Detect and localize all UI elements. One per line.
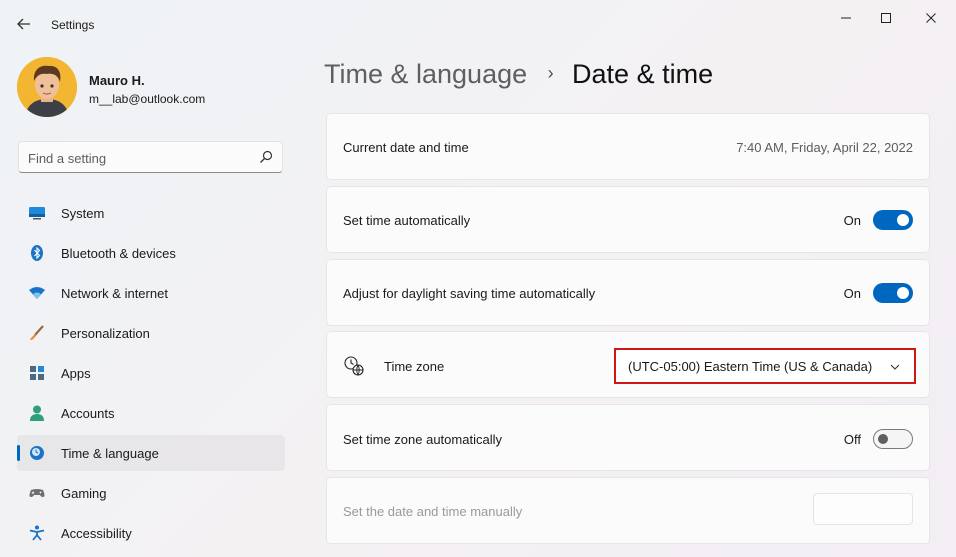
clock-globe-icon [30,446,44,460]
avatar-image [17,57,77,117]
sidebar-item-gaming[interactable]: Gaming [17,475,285,511]
current-datetime-value: 7:40 AM, Friday, April 22, 2022 [736,140,913,155]
sidebar-item-personalization[interactable]: Personalization [17,315,285,351]
set-time-auto-toggle[interactable] [873,210,913,230]
time-zone-card: Time zone (UTC-05:00) Eastern Time (US &… [326,331,930,398]
search-box [18,141,283,173]
set-timezone-auto-label: Set time zone automatically [343,432,502,447]
close-icon [926,13,936,23]
daylight-saving-toggle[interactable] [873,283,913,303]
set-time-auto-state: On [843,213,861,228]
title-bar: Settings [0,0,956,40]
back-arrow-icon [17,18,30,30]
sidebar-item-system[interactable]: System [17,195,285,231]
set-time-auto-card: Set time automatically On [326,186,930,253]
sidebar-item-label: Accounts [61,406,115,421]
toggle-knob [897,287,909,299]
sidebar-item-label: Personalization [61,326,150,341]
breadcrumb: Time & language › Date & time [324,59,713,99]
toggle-knob [878,434,888,444]
sidebar-item-label: Time & language [61,446,159,461]
selection-indicator [17,445,20,461]
manual-datetime-card: Set the date and time manually [326,477,930,544]
close-button[interactable] [911,6,951,30]
manual-datetime-label: Set the date and time manually [343,504,523,519]
toggle-knob [897,214,909,226]
sidebar-item-label: Apps [61,366,91,381]
user-name: Mauro H. [89,73,145,88]
breadcrumb-separator: › [547,63,554,83]
sidebar-nav: System Bluetooth & devices Network & int… [17,195,285,555]
sidebar-item-label: Network & internet [61,286,168,301]
set-timezone-auto-state: Off [843,432,861,447]
set-time-auto-label: Set time automatically [343,213,471,228]
sidebar-item-label: Gaming [61,486,107,501]
bluetooth-icon [31,245,43,261]
minimize-icon [841,17,851,19]
search-input[interactable] [28,148,248,168]
maximize-button[interactable] [866,6,906,30]
sidebar-item-time-language[interactable]: Time & language [17,435,285,471]
page-title: Date & time [572,59,714,89]
time-zone-dropdown[interactable]: (UTC-05:00) Eastern Time (US & Canada) [614,348,916,384]
wifi-icon [29,287,45,299]
monitor-icon [29,207,45,220]
chevron-down-icon [890,364,900,370]
sidebar-item-label: Bluetooth & devices [61,246,176,261]
daylight-saving-card: Adjust for daylight saving time automati… [326,259,930,326]
sidebar-item-network[interactable]: Network & internet [17,275,285,311]
sidebar-item-accessibility[interactable]: Accessibility [17,515,285,551]
current-datetime-card: Current date and time 7:40 AM, Friday, A… [326,113,930,180]
user-email: m__lab@outlook.com [89,92,206,106]
time-zone-label: Time zone [384,359,445,374]
back-button[interactable] [12,12,36,36]
sidebar-item-label: System [61,206,105,221]
sidebar-item-apps[interactable]: Apps [17,355,285,391]
breadcrumb-parent-link[interactable]: Time & language [324,59,527,89]
app-title: Settings [51,18,95,32]
search-icon [260,150,273,163]
sidebar-item-accounts[interactable]: Accounts [17,395,285,431]
avatar [17,57,77,117]
person-icon [30,405,44,421]
set-timezone-auto-card: Set time zone automatically Off [326,404,930,471]
minimize-button[interactable] [826,6,866,30]
gamepad-icon [29,489,45,497]
change-datetime-button[interactable] [813,493,913,525]
apps-icon [30,366,44,380]
daylight-saving-label: Adjust for daylight saving time automati… [343,286,596,301]
time-zone-selected-value: (UTC-05:00) Eastern Time (US & Canada) [628,359,873,374]
accessibility-icon [29,525,45,541]
sidebar-item-bluetooth[interactable]: Bluetooth & devices [17,235,285,271]
brush-icon [30,325,44,340]
sidebar-item-label: Accessibility [61,526,132,541]
current-datetime-label: Current date and time [343,140,469,155]
maximize-icon [881,13,891,23]
set-timezone-auto-toggle[interactable] [873,429,913,449]
clock-globe-icon [344,356,364,376]
user-profile[interactable]: Mauro H. m__lab@outlook.com [17,57,287,119]
daylight-saving-state: On [843,286,861,301]
